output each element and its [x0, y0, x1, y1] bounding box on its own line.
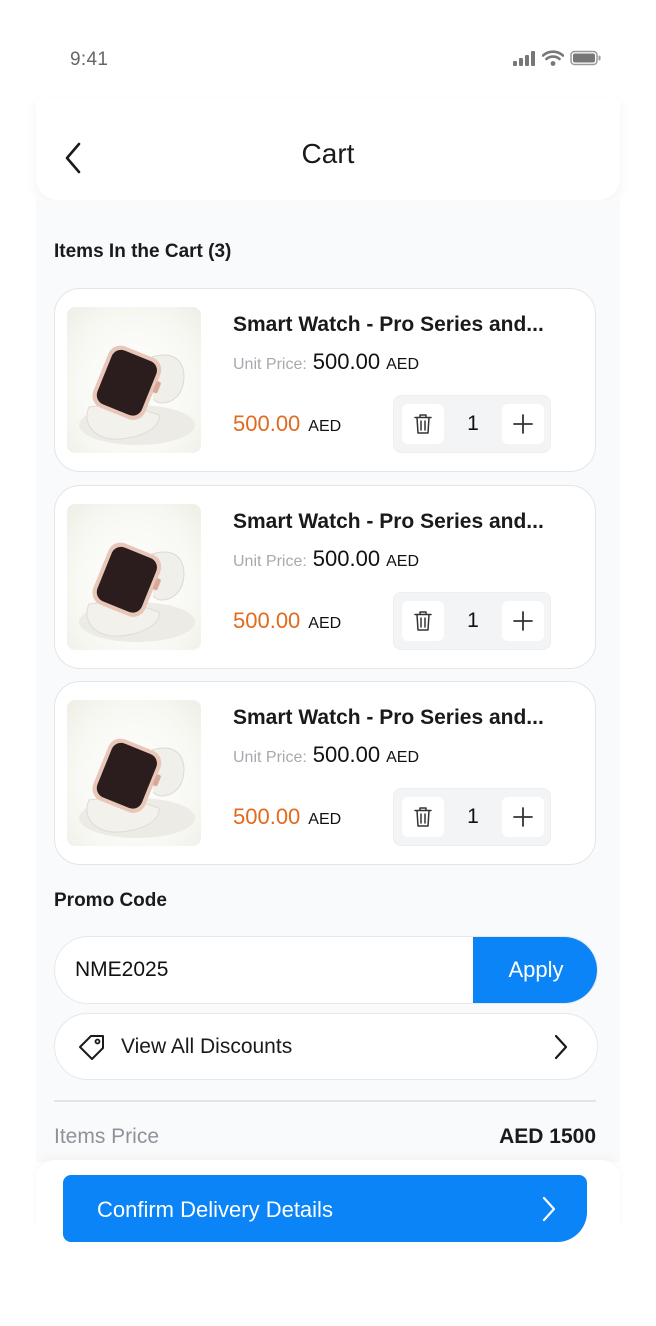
cart-item: Smart Watch - Pro Series and... Unit Pri… — [54, 485, 596, 669]
promo-code-input[interactable] — [75, 937, 465, 1003]
view-all-discounts-button[interactable]: View All Discounts — [54, 1013, 598, 1080]
item-total-currency: AED — [308, 418, 342, 435]
plus-icon — [513, 807, 533, 827]
product-name: Smart Watch - Pro Series and... — [233, 510, 544, 533]
chevron-right-icon — [554, 1034, 568, 1060]
increase-quantity-button[interactable] — [502, 797, 544, 837]
promo-code-field: Apply — [54, 936, 598, 1004]
unit-price-label: Unit Price: — [233, 749, 307, 766]
item-total-row: 500.00 AED — [233, 608, 341, 634]
product-name: Smart Watch - Pro Series and... — [233, 313, 544, 336]
confirm-delivery-label: Confirm Delivery Details — [97, 1197, 333, 1222]
unit-price-label: Unit Price: — [233, 553, 307, 570]
item-total-row: 500.00 AED — [233, 804, 341, 830]
item-total-value: 500.00 — [233, 804, 301, 829]
delete-item-button[interactable] — [402, 797, 444, 837]
plus-icon — [513, 611, 533, 631]
trash-icon — [414, 611, 432, 631]
unit-price-currency: AED — [386, 356, 419, 373]
quantity-stepper: 1 — [393, 395, 551, 453]
product-image — [67, 307, 201, 453]
delete-item-button[interactable] — [402, 404, 444, 444]
smartwatch-image — [79, 738, 195, 838]
quantity-value: 1 — [467, 609, 479, 632]
items-price-label: Items Price — [54, 1125, 160, 1148]
trash-icon — [414, 807, 432, 827]
increase-quantity-button[interactable] — [502, 404, 544, 444]
view-all-discounts-label: View All Discounts — [121, 1035, 293, 1058]
wifi-icon — [542, 50, 564, 66]
status-icons — [512, 50, 602, 66]
cart-section-title: Items In the Cart (3) — [54, 241, 232, 262]
unit-price-label: Unit Price: — [233, 356, 307, 373]
item-total-row: 500.00 AED — [233, 411, 341, 437]
plus-icon — [513, 414, 533, 434]
apply-button[interactable]: Apply — [473, 937, 597, 1003]
cart-item: Smart Watch - Pro Series and... Unit Pri… — [54, 288, 596, 472]
unit-price-currency: AED — [386, 553, 419, 570]
confirm-delivery-button[interactable]: Confirm Delivery Details — [63, 1175, 587, 1242]
smartwatch-image — [79, 542, 195, 642]
app-header: Cart — [36, 98, 620, 200]
quantity-stepper: 1 — [393, 592, 551, 650]
product-image — [67, 700, 201, 846]
trash-icon — [414, 414, 432, 434]
item-total-value: 500.00 — [233, 411, 301, 436]
quantity-value: 1 — [467, 412, 479, 435]
unit-price-row: Unit Price: 500.00 AED — [233, 349, 419, 375]
tag-icon — [79, 1035, 104, 1060]
divider — [54, 1100, 596, 1102]
quantity-stepper: 1 — [393, 788, 551, 846]
item-total-currency: AED — [308, 615, 342, 632]
unit-price-row: Unit Price: 500.00 AED — [233, 546, 419, 572]
unit-price-value: 500.00 — [312, 546, 381, 571]
delete-item-button[interactable] — [402, 601, 444, 641]
increase-quantity-button[interactable] — [502, 601, 544, 641]
product-image — [67, 504, 201, 650]
item-total-value: 500.00 — [233, 608, 301, 633]
unit-price-currency: AED — [386, 749, 419, 766]
page-title: Cart — [301, 138, 355, 169]
battery-icon — [570, 50, 601, 66]
unit-price-value: 500.00 — [312, 742, 381, 767]
quantity-value: 1 — [467, 805, 479, 828]
chevron-right-icon — [542, 1196, 556, 1222]
status-time: 9:41 — [70, 49, 109, 70]
unit-price-row: Unit Price: 500.00 AED — [233, 742, 419, 768]
unit-price-value: 500.00 — [312, 349, 381, 374]
cart-item: Smart Watch - Pro Series and... Unit Pri… — [54, 681, 596, 865]
smartwatch-image — [79, 345, 195, 445]
signal-icon — [513, 51, 535, 66]
item-total-currency: AED — [308, 811, 342, 828]
product-name: Smart Watch - Pro Series and... — [233, 706, 544, 729]
items-price-value: AED 1500 — [499, 1125, 596, 1148]
promo-section-title: Promo Code — [54, 890, 167, 911]
